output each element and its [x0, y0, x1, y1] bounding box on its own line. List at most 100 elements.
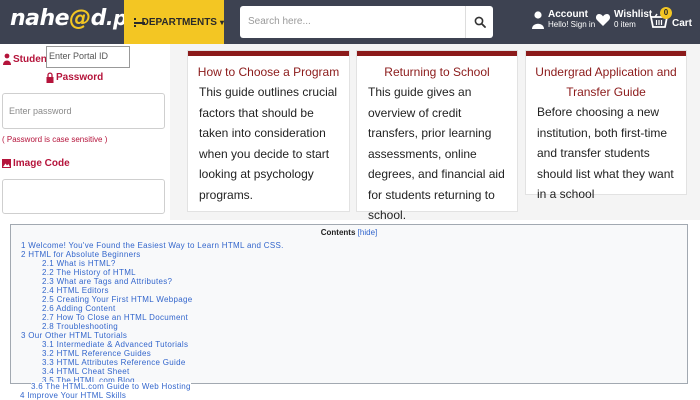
toc-text: The History of HTML — [56, 268, 136, 277]
toc-num: 2.2 — [42, 268, 55, 277]
lock-icon — [46, 72, 54, 83]
toc-num: 2.3 — [42, 277, 55, 286]
toc-num: 3.4 — [42, 367, 55, 376]
card-title[interactable]: Returning to School — [357, 62, 517, 82]
account-title: Account — [548, 9, 588, 20]
toc-item[interactable]: 2.5 Creating Your First HTML Webpage — [42, 295, 192, 304]
login-form: Student ID Enter Portal ID Password Ente… — [0, 44, 170, 220]
password-text: Password — [56, 72, 104, 83]
wishlist-count: 0 item — [614, 20, 636, 29]
guide-card[interactable]: Returning to School This guide gives an … — [356, 50, 518, 222]
toc-num: 2.7 — [42, 313, 55, 322]
toc-item[interactable]: 3 Our Other HTML Tutorials — [21, 331, 127, 340]
toc-item[interactable]: 3.2 HTML Reference Guides — [42, 349, 151, 358]
password-input[interactable]: Enter password — [2, 93, 165, 129]
toc-item[interactable]: 2 HTML for Absolute Beginners — [21, 250, 141, 259]
search-box: Search here... — [240, 6, 493, 38]
logo-main-text: nahe — [10, 6, 70, 31]
toc-item[interactable]: 3.3 HTML Attributes Reference Guide — [42, 358, 186, 367]
toc-num: 2.8 — [42, 322, 55, 331]
image-code-label: Image Code — [2, 158, 70, 169]
search-icon — [474, 16, 486, 28]
toc-item[interactable]: 3.1 Intermediate & Advanced Tutorials — [42, 340, 188, 349]
card-title[interactable]: Undergrad Application and Transfer Guide — [526, 62, 686, 102]
departments-button[interactable]: DEPARTMENTS ▾ — [124, 0, 224, 44]
toc-item[interactable]: 2.3 What are Tags and Attributes? — [42, 277, 172, 286]
wishlist-title: Wishlist — [614, 9, 653, 20]
card-body: This guide outlines crucial factors that… — [199, 85, 338, 202]
card-accent-bar — [188, 51, 349, 56]
toc-item[interactable]: 2.2 The History of HTML — [42, 268, 136, 277]
page: nahe@d.pk DEPARTMENTS ▾ Search here... A… — [0, 0, 700, 400]
toc-num: 2 — [21, 250, 26, 259]
departments-label: DEPARTMENTS — [141, 16, 217, 28]
table-of-contents: Contents [hide] 1 Welcome! You've Found … — [10, 224, 688, 384]
toc-text: What is HTML? — [56, 259, 116, 268]
cart-label: Cart — [672, 18, 693, 29]
toc-item[interactable]: 3.4 HTML Cheat Sheet — [42, 367, 130, 376]
guide-card[interactable]: Undergrad Application and Transfer Guide… — [525, 50, 687, 201]
toc-text: HTML Cheat Sheet — [56, 367, 130, 376]
search-button[interactable] — [465, 6, 493, 38]
toc-text: Welcome! You've Found the Easiest Way to… — [28, 241, 284, 250]
hamburger-icon — [134, 17, 143, 27]
card-accent-bar — [526, 51, 686, 56]
toc-num: 3.3 — [42, 358, 55, 367]
toc-num: 3.2 — [42, 349, 55, 358]
toc-text: HTML Reference Guides — [56, 349, 152, 358]
toc-item[interactable]: 2.8 Troubleshooting — [42, 322, 118, 331]
wishlist-link[interactable]: Wishlist 0 item — [595, 9, 652, 30]
toc-text: Our Other HTML Tutorials — [28, 331, 128, 340]
logo-ring: @ — [69, 6, 91, 31]
toc-num: 4 — [20, 391, 25, 400]
toc-text: How To Close an HTML Document — [56, 313, 188, 322]
toc-title: Contents — [320, 228, 356, 237]
account-link[interactable]: Account Hello! Sign in — [532, 9, 595, 30]
toc-item[interactable]: 1 Welcome! You've Found the Easiest Way … — [21, 241, 284, 250]
guide-card[interactable]: How to Choose a Program This guide outli… — [187, 50, 350, 212]
card-body: Before choosing a new institution, both … — [537, 105, 674, 201]
search-input[interactable]: Search here... — [248, 16, 311, 27]
toc-text: Troubleshooting — [56, 322, 118, 331]
toc-text: Creating Your First HTML Webpage — [56, 295, 193, 304]
toc-item[interactable]: 3.6 The HTML.com Guide to Web Hosting — [31, 382, 191, 391]
toc-num: 3.6 — [31, 382, 44, 391]
toc-hide-link[interactable]: hide — [360, 228, 375, 237]
toc-text: The HTML.com Guide to Web Hosting — [45, 382, 191, 391]
card-accent-bar — [357, 51, 517, 56]
toc-text: Improve Your HTML Skills — [27, 391, 127, 400]
toc-heading: Contents [hide] — [320, 228, 378, 237]
toc-item[interactable]: 2.6 Adding Content — [42, 304, 115, 313]
toc-num: 1 — [21, 241, 26, 250]
toc-item[interactable]: 2.1 What is HTML? — [42, 259, 116, 268]
cart-link[interactable]: 0 Cart — [649, 7, 693, 34]
account-subtitle: Hello! Sign in — [548, 20, 596, 29]
password-label: Password — [46, 72, 103, 83]
toc-text: Adding Content — [56, 304, 116, 313]
toc-num: 3 — [21, 331, 26, 340]
toc-text: Intermediate & Advanced Tutorials — [56, 340, 189, 349]
portal-id-input[interactable]: Enter Portal ID — [46, 46, 130, 68]
toc-num: 2.4 — [42, 286, 55, 295]
toc-text: HTML for Absolute Beginners — [28, 250, 141, 259]
toc-text: HTML Editors — [56, 286, 109, 295]
toc-num: 2.1 — [42, 259, 55, 268]
logo-rest-text: d — [90, 6, 107, 31]
top-header: nahe@d.pk DEPARTMENTS ▾ Search here... A… — [0, 0, 700, 44]
user-icon — [532, 10, 544, 29]
case-sensitive-note: ( Password is case sensitive ) — [2, 135, 108, 144]
toc-num: 3.1 — [42, 340, 55, 349]
toc-item[interactable]: 4 Improve Your HTML Skills — [20, 391, 126, 400]
image-code-input[interactable] — [2, 179, 165, 214]
card-title[interactable]: How to Choose a Program — [188, 62, 349, 82]
toc-text: HTML Attributes Reference Guide — [56, 358, 186, 367]
heart-icon — [595, 13, 611, 26]
toc-num: 2.6 — [42, 304, 55, 313]
image-code-text: Image Code — [13, 158, 70, 169]
toc-item[interactable]: 2.4 HTML Editors — [42, 286, 109, 295]
user-icon — [3, 53, 11, 65]
image-icon — [2, 159, 11, 168]
site-logo[interactable]: nahe@d.pk — [10, 6, 140, 31]
card-body: This guide gives an overview of credit t… — [368, 85, 505, 222]
toc-item[interactable]: 2.7 How To Close an HTML Document — [42, 313, 188, 322]
